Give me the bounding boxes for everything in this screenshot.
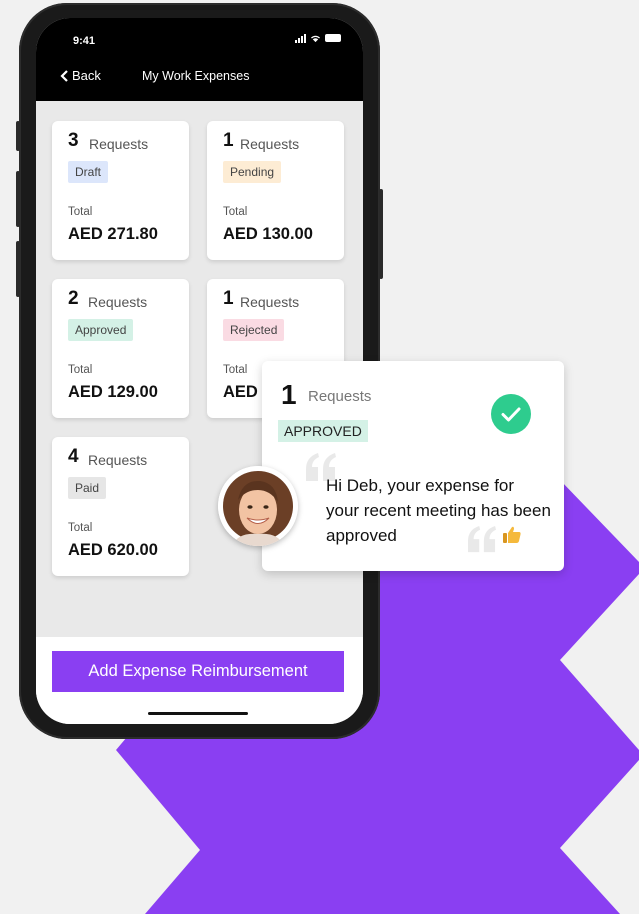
back-label: Back	[72, 68, 101, 83]
expense-card-paid[interactable]: 4 Requests Paid Total AED 620.00	[52, 437, 189, 576]
approval-notification-card: 1 Requests APPROVED Hi Deb, your expense…	[262, 361, 564, 571]
notification-requests-label: Requests	[308, 388, 372, 405]
status-icons	[295, 33, 341, 43]
volume-up-button	[16, 171, 20, 227]
requests-label: Requests	[88, 294, 148, 310]
requests-label: Requests	[240, 294, 300, 310]
request-count: 1	[223, 288, 234, 309]
requests-label: Requests	[240, 136, 300, 152]
expense-card-draft[interactable]: 3 Requests Draft Total AED 271.80	[52, 121, 189, 260]
total-label: Total	[223, 206, 248, 218]
requests-label: Requests	[89, 136, 149, 152]
total-label: Total	[68, 206, 93, 218]
volume-down-button	[16, 241, 20, 297]
request-count: 2	[68, 288, 79, 309]
top-bar: 9:41 Back My Work Expenses	[36, 18, 363, 101]
total-amount: AED 129.00	[68, 383, 158, 401]
status-badge: Paid	[68, 477, 107, 499]
request-count: 4	[68, 446, 79, 467]
status-badge: Draft	[68, 161, 109, 183]
status-time: 9:41	[73, 35, 96, 47]
total-amount: AED 620.00	[68, 541, 158, 559]
battery-icon	[325, 34, 341, 42]
user-avatar	[218, 466, 298, 546]
total-label: Total	[68, 364, 93, 376]
notification-request-count: 1	[281, 379, 297, 410]
camera-notch	[114, 18, 285, 48]
status-badge: Pending	[223, 161, 282, 183]
total-label: Total	[223, 364, 248, 376]
chevron-left-icon	[60, 69, 68, 82]
quote-close-icon	[468, 526, 496, 553]
request-count: 1	[223, 130, 234, 151]
total-amount: AED	[223, 383, 258, 401]
back-button[interactable]: Back	[60, 68, 101, 83]
total-amount: AED 271.80	[68, 225, 158, 243]
thumbs-up-icon	[503, 526, 521, 543]
add-expense-reimbursement-button[interactable]: Add Expense Reimbursement	[52, 651, 344, 692]
home-indicator	[148, 712, 248, 715]
wifi-icon	[311, 35, 320, 42]
check-icon	[491, 394, 531, 434]
signal-icon	[295, 33, 306, 43]
notification-status-badge: APPROVED	[278, 420, 368, 442]
total-amount: AED 130.00	[223, 225, 313, 243]
status-badge: Rejected	[223, 319, 285, 341]
expense-card-approved[interactable]: 2 Requests Approved Total AED 129.00	[52, 279, 189, 418]
bottom-action-area: Add Expense Reimbursement	[36, 637, 363, 724]
page-title: My Work Expenses	[142, 69, 250, 83]
total-label: Total	[68, 522, 93, 534]
status-badge: Approved	[68, 319, 134, 341]
requests-label: Requests	[88, 452, 148, 468]
expense-card-pending[interactable]: 1 Requests Pending Total AED 130.00	[207, 121, 344, 260]
power-button	[379, 189, 383, 279]
request-count: 3	[68, 130, 79, 151]
mute-switch	[16, 121, 20, 151]
